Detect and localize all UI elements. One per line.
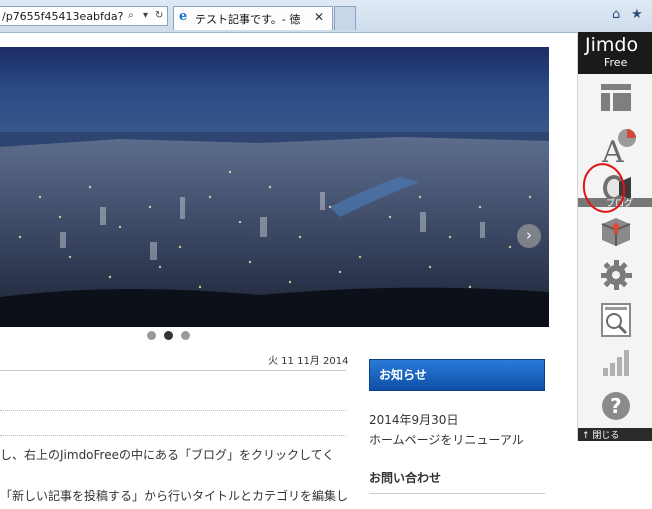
article-text-line: し、右上のJimdoFreeの中にある「ブログ」をクリックしてく: [0, 448, 335, 462]
ie-icon: e: [179, 9, 188, 24]
slider-dot-1[interactable]: [147, 331, 156, 340]
slider-pagination: [147, 331, 197, 341]
address-text[interactable]: /p7655f45413eabfda?safemo: [2, 10, 124, 23]
refresh-icon[interactable]: ↻: [155, 10, 163, 21]
slider-dot-2[interactable]: [164, 331, 173, 340]
jimdo-brand: Jimdo: [585, 34, 639, 56]
new-tab-button[interactable]: [334, 6, 356, 30]
seo-icon: [601, 303, 631, 337]
search-icon[interactable]: ⌕: [128, 10, 134, 21]
news-text: ホームページをリニューアル: [369, 433, 524, 447]
jimdo-logo: Jimdo Free: [578, 32, 652, 74]
tab-close-button[interactable]: ✕: [314, 10, 324, 24]
jimdo-admin-panel: Jimdo Free A ブログ ? ↑ 閉じる: [577, 32, 652, 441]
help-button[interactable]: ?: [578, 384, 652, 428]
close-label: ↑ 閉じる: [582, 431, 620, 441]
star-icon[interactable]: ★: [631, 7, 643, 22]
settings-icon: [601, 260, 632, 290]
address-bar[interactable]: /p7655f45413eabfda?safemo ⌕ ▾ ↻: [0, 6, 168, 26]
tab-active[interactable]: e テスト記事です。- 徳島電気... ✕: [173, 6, 333, 30]
news-date: 2014年9月30日: [369, 413, 459, 427]
statistics-button[interactable]: [578, 340, 652, 384]
style-button[interactable]: A: [578, 120, 652, 164]
divider: [0, 410, 346, 411]
statistics-icon: [603, 350, 629, 376]
divider: [0, 435, 346, 436]
svg-text:A: A: [601, 135, 624, 164]
post-date: 火 11 11月 2014: [268, 356, 349, 367]
slider-next-button[interactable]: ›: [517, 224, 541, 248]
article-text-line: 「新しい記事を投稿する」から行いタイトルとカテゴリを編集し: [0, 489, 349, 503]
divider: [369, 493, 545, 494]
panel-close-button[interactable]: ↑ 閉じる: [578, 428, 652, 441]
seo-button[interactable]: [578, 296, 652, 340]
slider-dot-3[interactable]: [181, 331, 190, 340]
help-icon: ?: [602, 392, 630, 420]
hero-slider-image: ›: [0, 47, 549, 327]
tab-title: テスト記事です。- 徳島電気...: [195, 13, 301, 26]
style-icon: A: [601, 129, 636, 164]
jimdo-plan: Free: [604, 56, 628, 69]
dropdown-icon[interactable]: ▾: [143, 10, 148, 21]
browser-toolbar: /p7655f45413eabfda?safemo ⌕ ▾ ↻ e テスト記事で…: [0, 0, 652, 33]
settings-button[interactable]: [578, 252, 652, 296]
news-heading: お知らせ: [369, 359, 545, 391]
store-icon: [601, 218, 631, 246]
layout-icon: [601, 84, 631, 111]
home-icon[interactable]: ⌂: [612, 7, 620, 22]
layout-button[interactable]: [578, 76, 652, 120]
svg-text:?: ?: [610, 394, 622, 418]
divider: [0, 370, 346, 371]
contact-heading: お問い合わせ: [369, 471, 442, 485]
store-button[interactable]: [578, 208, 652, 252]
